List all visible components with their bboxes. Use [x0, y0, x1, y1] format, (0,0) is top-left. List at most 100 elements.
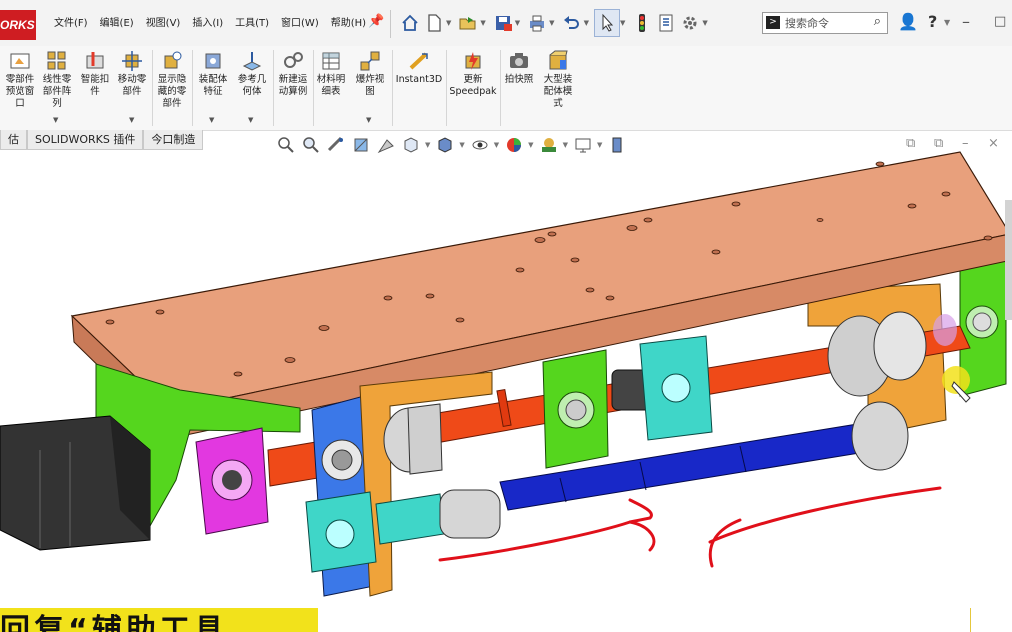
tab-manufacturing[interactable]: 今口制造 [143, 130, 204, 150]
search-input[interactable]: 搜索命令 [785, 15, 829, 31]
solidworks-logo: ORKS [0, 10, 36, 40]
viewport-close-icon[interactable]: × [988, 136, 999, 151]
instant3d-button[interactable]: Instant3D [394, 50, 444, 86]
open-file-icon[interactable] [456, 10, 480, 36]
new-document-icon[interactable] [422, 10, 446, 36]
title-menu-bar: ORKS 文件(F) 编辑(E) 视图(V) 插入(I) 工具(T) 窗口(W)… [0, 0, 1012, 47]
motion-study-icon [284, 52, 303, 68]
exploded-view-icon [360, 51, 380, 71]
select-dropdown-icon[interactable]: ▼ [620, 19, 625, 27]
user-icon[interactable]: 👤 [898, 12, 918, 31]
menu-help[interactable]: 帮助(H) [325, 16, 372, 32]
ribbon-divider [392, 50, 393, 126]
annotation-arrow-left [708, 486, 942, 568]
save-dropdown-icon[interactable]: ▼ [515, 19, 520, 27]
smart-fasteners-button[interactable]: 智能扣 件 [78, 50, 112, 98]
display-style-dropdown-icon[interactable]: ▼ [459, 141, 464, 149]
reference-dropdown-icon[interactable]: ▼ [248, 116, 253, 124]
ribbon-divider [313, 50, 314, 126]
speedpak-icon [465, 52, 481, 70]
select-cursor-icon[interactable] [593, 9, 620, 37]
tab-evaluate[interactable]: 估 [0, 130, 27, 150]
exploded-dropdown-icon[interactable]: ▼ [366, 116, 371, 124]
smart-fastener-icon [86, 52, 104, 69]
viewport-restore-icon[interactable]: ⧉ [934, 136, 943, 151]
hide-show-dropdown-icon[interactable]: ▼ [494, 141, 499, 149]
large-assembly-icon [549, 50, 568, 70]
stepper-motor [0, 415, 151, 551]
component-preview-window-button[interactable]: 零部件 预览窗 口 [2, 50, 38, 110]
open-dropdown-icon[interactable]: ▼ [480, 19, 485, 27]
search-commands-box[interactable]: > 搜索命令 ⌕ [762, 12, 888, 34]
magnifier-icon[interactable]: ⌕ [874, 14, 881, 29]
menu-insert[interactable]: 插入(I) [186, 16, 229, 32]
save-icon[interactable] [491, 10, 515, 36]
mouse-cursor-icon [942, 366, 971, 403]
tab-solidworks-addins[interactable]: SOLIDWORKS 插件 [27, 130, 144, 150]
viewport-minimize-icon[interactable]: – [962, 136, 969, 151]
take-snapshot-button[interactable]: 拍快照 [502, 50, 536, 86]
command-manager-tabs: 估 SOLIDWORKS 插件 今口制造 [0, 130, 204, 150]
move-component-button[interactable]: 移动零 部件 [114, 50, 150, 98]
ribbon-divider [273, 50, 274, 126]
menu-tools[interactable]: 工具(T) [229, 16, 275, 32]
update-speedpak-button[interactable]: 更新 Speedpak [448, 50, 498, 98]
reference-geometry-icon [242, 52, 262, 71]
linear-component-pattern-button[interactable]: 线性零 部件阵 列 [40, 50, 74, 110]
assembly-features-button[interactable]: 装配体 特征 [195, 50, 231, 98]
ribbon-divider [152, 50, 153, 126]
exploded-view-button[interactable]: 爆炸视 图 [350, 50, 390, 98]
camera-icon [510, 53, 528, 68]
undo-dropdown-icon[interactable]: ▼ [584, 19, 589, 27]
show-hidden-components-button[interactable]: 显示隐 藏的零 部件 [154, 50, 190, 110]
component-preview-icon [10, 53, 30, 69]
move-component-icon [122, 51, 142, 71]
caption-divider [970, 608, 971, 632]
file-properties-icon[interactable] [654, 10, 678, 36]
graphics-viewport[interactable] [0, 150, 1012, 610]
options-gear-icon[interactable] [678, 10, 702, 36]
features-dropdown-icon[interactable]: ▼ [209, 116, 214, 124]
orientation-dropdown-icon[interactable]: ▼ [425, 141, 430, 149]
command-manager-ribbon: 零部件 预览窗 口 线性零 部件阵 列 ▼ 智能扣 件 移动零 部件 ▼ 显示隐… [0, 46, 1012, 131]
pin-menu-icon[interactable]: 📌 [368, 14, 384, 29]
home-icon[interactable] [398, 10, 422, 36]
solidworks-search-icon: > [766, 16, 780, 29]
view-settings-dropdown-icon[interactable]: ▼ [597, 141, 602, 149]
caption-banner: 回复“辅助工具 [0, 608, 318, 632]
menu-edit[interactable]: 编辑(E) [94, 16, 140, 32]
scene-dropdown-icon[interactable]: ▼ [563, 141, 568, 149]
print-icon[interactable] [525, 10, 549, 36]
instant3d-icon [409, 52, 428, 70]
new-dropdown-icon[interactable]: ▼ [446, 19, 451, 27]
options-dropdown-icon[interactable]: ▼ [702, 19, 707, 27]
vertical-scrollbar[interactable] [1005, 200, 1012, 320]
pattern-dropdown-icon[interactable]: ▼ [53, 116, 58, 124]
reference-geometry-button[interactable]: 参考几 何体 [233, 50, 271, 98]
undo-icon[interactable] [560, 10, 584, 36]
show-hidden-icon [164, 51, 182, 69]
maximize-window-icon[interactable]: □ [994, 14, 1006, 29]
menu-window[interactable]: 窗口(W) [275, 16, 325, 32]
viewport-tile-icon[interactable]: ⧉ [906, 136, 915, 151]
help-icon[interactable]: ? [928, 12, 937, 31]
ball-nut-lower-right [851, 401, 909, 471]
new-motion-study-button[interactable]: 新建运 动算例 [275, 50, 311, 98]
large-assembly-mode-button[interactable]: 大型装 配体模 式 [538, 50, 578, 110]
caption-text: 回复“辅助工具 [0, 613, 228, 632]
main-menu: 文件(F) 编辑(E) 视图(V) 插入(I) 工具(T) 窗口(W) 帮助(H… [48, 16, 372, 32]
divider [390, 10, 391, 38]
help-dropdown-icon[interactable]: ▼ [944, 18, 950, 27]
minimize-window-icon[interactable]: – [962, 12, 970, 31]
bill-of-materials-button[interactable]: 材料明 细表 [315, 50, 347, 98]
bom-table-icon [322, 52, 340, 70]
menu-view[interactable]: 视图(V) [140, 16, 187, 32]
quick-access-toolbar: ▼ ▼ ▼ ▼ ▼ ▼ ▼ [398, 8, 713, 38]
ribbon-divider [446, 50, 447, 126]
menu-file[interactable]: 文件(F) [48, 16, 94, 32]
move-dropdown-icon[interactable]: ▼ [129, 116, 134, 124]
appearance-dropdown-icon[interactable]: ▼ [528, 141, 533, 149]
assembly-feature-icon [205, 53, 221, 69]
rebuild-traffic-light-icon[interactable] [630, 10, 654, 36]
print-dropdown-icon[interactable]: ▼ [549, 19, 554, 27]
